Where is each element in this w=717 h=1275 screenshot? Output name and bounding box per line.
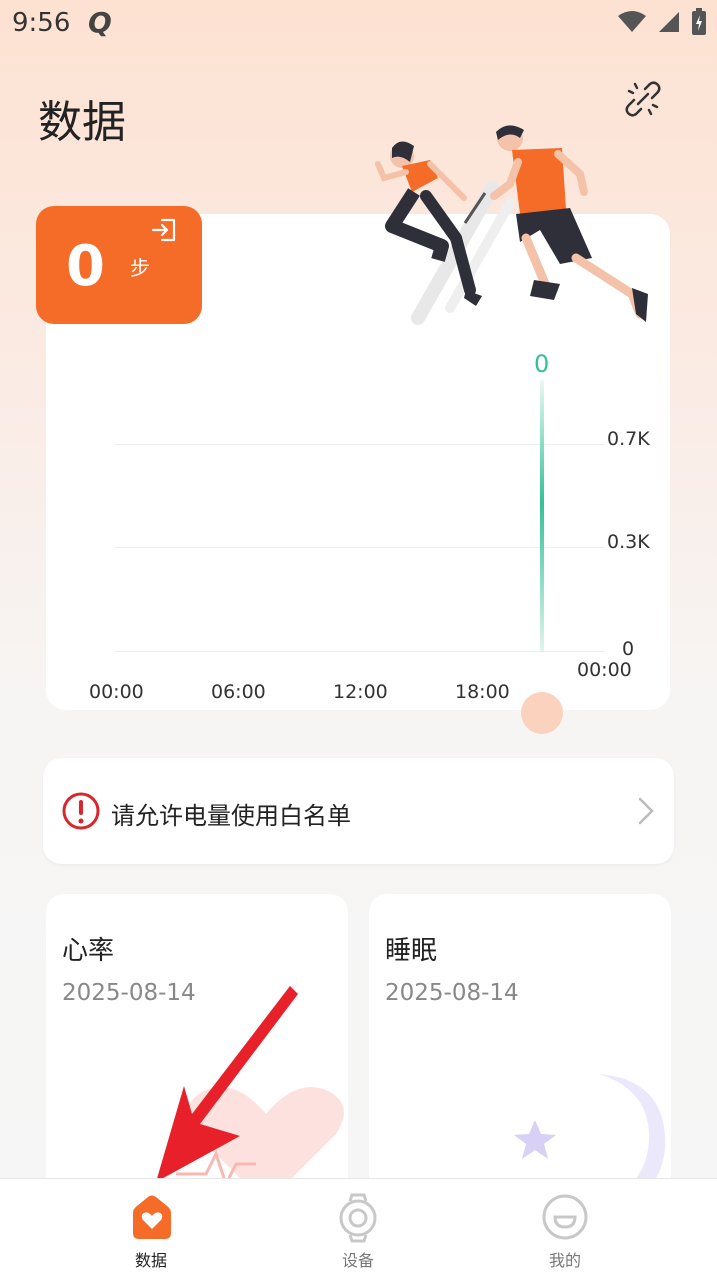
nav-label-mine: 我的 <box>548 1251 581 1270</box>
runners-illustration <box>375 125 648 325</box>
sleep-date: 2025-08-14 <box>385 980 519 1006</box>
x-tick-label: 00:00 <box>577 659 632 681</box>
nav-item-data[interactable]: 数据 <box>91 1179 211 1275</box>
x-tick-label: 06:00 <box>211 681 266 703</box>
nav-item-mine[interactable]: 我的 <box>505 1179 625 1275</box>
x-tick-label: 12:00 <box>333 681 388 703</box>
chevron-right-icon <box>638 797 654 825</box>
bottom-navigation: 数据 设备 我的 <box>0 1178 717 1275</box>
grid-line <box>114 651 604 652</box>
battery-whitelist-alert[interactable]: 请允许电量使用白名单 <box>43 758 674 864</box>
steps-chart: 0.7K 0.3K 0 00:00 06:00 12:00 18:00 00:0… <box>0 0 717 720</box>
x-tick-label: 00:00 <box>89 681 144 703</box>
heart-rate-title: 心率 <box>62 936 115 966</box>
alert-text: 请允许电量使用白名单 <box>111 802 351 830</box>
moon-star-icon <box>514 1074 666 1194</box>
step-count-badge[interactable]: 0 步 <box>36 206 202 324</box>
sleep-card[interactable]: 睡眠 2025-08-14 <box>369 894 671 1194</box>
y-tick-label: 0.3K <box>607 531 650 553</box>
step-count-value: 0 <box>66 234 105 299</box>
red-arrow-annotation <box>156 986 298 1182</box>
bar-value-label: 0 <box>534 350 550 378</box>
chart-scrubber-knob[interactable] <box>521 692 563 734</box>
export-icon[interactable] <box>150 216 178 244</box>
y-tick-label: 0.7K <box>607 428 650 450</box>
step-count-unit: 步 <box>130 256 150 280</box>
grid-line <box>114 547 604 548</box>
grid-line <box>114 444 604 445</box>
sleep-title: 睡眠 <box>385 936 438 966</box>
face-icon <box>542 1194 588 1240</box>
warning-icon <box>62 792 100 830</box>
chart-bar <box>540 380 544 652</box>
nav-label-device: 设备 <box>341 1251 374 1270</box>
y-tick-label: 0 <box>622 638 635 660</box>
watch-icon <box>339 1193 377 1243</box>
x-tick-label: 18:00 <box>455 681 510 703</box>
nav-label-data: 数据 <box>134 1251 167 1270</box>
home-heart-icon <box>133 1195 171 1239</box>
nav-item-device[interactable]: 设备 <box>298 1179 418 1275</box>
